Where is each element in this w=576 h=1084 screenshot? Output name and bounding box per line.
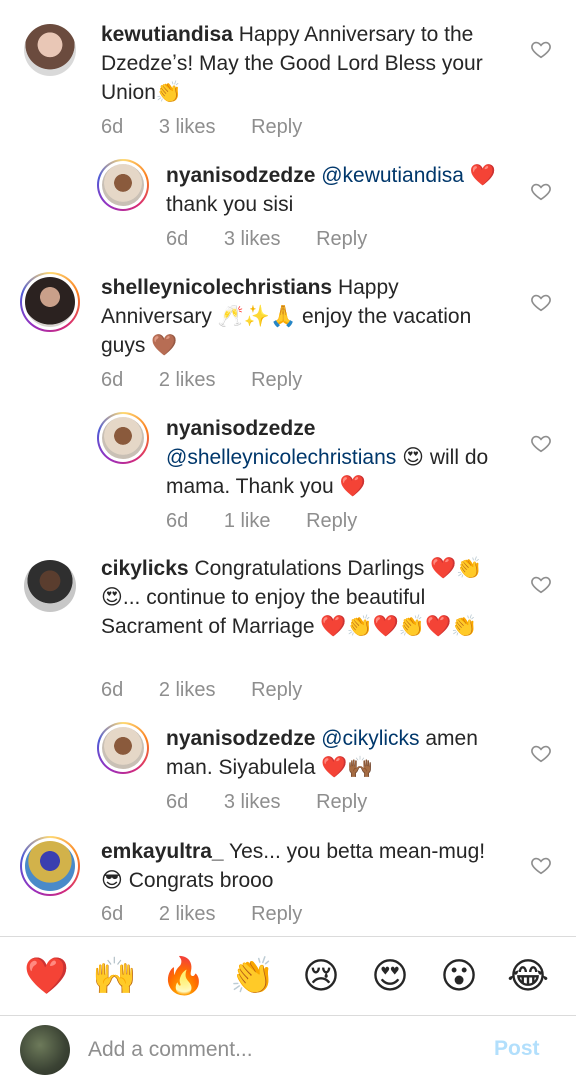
reply-button[interactable]: Reply [251, 679, 302, 701]
mention-link[interactable]: @cikylicks [321, 727, 419, 750]
comment-meta: 6d 1 like Reply [166, 510, 357, 533]
comment-likes[interactable]: 3 likes [224, 791, 281, 813]
comment-text: nyanisodzedze @cikylicks amen man. Siyab… [166, 724, 506, 782]
comment-username[interactable]: nyanisodzedze [166, 164, 315, 187]
clap-emoji-button[interactable]: 👏 [230, 954, 275, 998]
avatar[interactable] [24, 24, 76, 76]
surprised-emoji-button[interactable]: 😮 [437, 954, 481, 998]
like-heart-icon[interactable] [530, 432, 552, 454]
comment-age: 6d [101, 116, 124, 138]
avatar[interactable] [24, 560, 76, 612]
emoji-reaction-bar: ❤️ 🙌 🔥 👏 😢 😍 😮 😂 [0, 936, 576, 1016]
avatar-story-ring [97, 722, 149, 774]
comment-age: 6d [101, 369, 124, 391]
post-button[interactable]: Post [494, 1037, 540, 1061]
comment-meta: 6d 3 likes Reply [166, 791, 367, 814]
avatar[interactable] [102, 417, 144, 459]
mention-link[interactable]: @shelleynicolechristians [166, 446, 396, 469]
like-heart-icon[interactable] [530, 573, 552, 595]
comment-text: nyanisodzedze @kewutiandisa ❤️ thank you… [166, 161, 516, 219]
mention-link[interactable]: @kewutiandisa [321, 164, 464, 187]
comment-text: shelleynicolechristians Happy Anniversar… [101, 273, 511, 360]
comment-composer: Post [0, 1015, 576, 1084]
comment-age: 6d [166, 510, 189, 532]
comment-likes[interactable]: 3 likes [224, 228, 281, 250]
comment-text: emkayultra_ Yes... you betta mean-mug! 😎… [101, 837, 511, 895]
comment-text: kewutiandisa Happy Anniversary to the Dz… [101, 20, 511, 107]
comment-likes[interactable]: 2 likes [159, 903, 216, 925]
comment-username[interactable]: kewutiandisa [101, 23, 233, 46]
reply-button[interactable]: Reply [316, 791, 367, 813]
comment-age: 6d [101, 679, 124, 701]
comment-meta: 6d 2 likes Reply [101, 679, 302, 702]
avatar-story-ring [97, 412, 149, 464]
comment-text: cikylicks Congratulations Darlings ❤️👏😍.… [101, 554, 501, 641]
comment-likes[interactable]: 3 likes [159, 116, 216, 138]
comment-username[interactable]: emkayultra_ [101, 840, 224, 863]
like-heart-icon[interactable] [530, 291, 552, 313]
like-heart-icon[interactable] [530, 180, 552, 202]
comment-likes[interactable]: 2 likes [159, 679, 216, 701]
laughing-emoji-button[interactable]: 😂 [506, 954, 550, 998]
raised-hands-emoji-button[interactable]: 🙌 [92, 954, 137, 998]
avatar[interactable] [20, 1025, 70, 1075]
avatar[interactable] [25, 277, 75, 327]
comment-meta: 6d 3 likes Reply [166, 228, 367, 251]
avatar-story-ring [20, 836, 80, 896]
avatar-story-ring [20, 272, 80, 332]
comment-username[interactable]: nyanisodzedze [166, 417, 315, 440]
reply-button[interactable]: Reply [251, 116, 302, 138]
comment-username[interactable]: nyanisodzedze [166, 727, 315, 750]
fire-emoji-button[interactable]: 🔥 [161, 954, 206, 998]
comment-age: 6d [166, 228, 189, 250]
heart-emoji-button[interactable]: ❤️ [24, 954, 69, 998]
like-heart-icon[interactable] [530, 742, 552, 764]
comment-likes[interactable]: 1 like [224, 510, 271, 532]
reply-button[interactable]: Reply [251, 903, 302, 925]
like-heart-icon[interactable] [530, 38, 552, 60]
comment-input[interactable] [88, 1035, 468, 1065]
comment-age: 6d [166, 791, 189, 813]
comment-meta: 6d 2 likes Reply [101, 903, 302, 926]
avatar-story-ring [97, 159, 149, 211]
avatar[interactable] [102, 164, 144, 206]
avatar[interactable] [25, 841, 75, 891]
like-heart-icon[interactable] [530, 854, 552, 876]
avatar[interactable] [102, 727, 144, 769]
crying-emoji-button[interactable]: 😢 [299, 954, 343, 998]
comment-username[interactable]: shelleynicolechristians [101, 276, 332, 299]
comment-username[interactable]: cikylicks [101, 557, 189, 580]
reply-button[interactable]: Reply [316, 228, 367, 250]
comment-meta: 6d 3 likes Reply [101, 116, 302, 139]
comment-age: 6d [101, 903, 124, 925]
reply-button[interactable]: Reply [251, 369, 302, 391]
heart-eyes-emoji-button[interactable]: 😍 [368, 954, 412, 998]
comment-text: nyanisodzedze @shelleynicolechristians 😍… [166, 414, 506, 501]
comment-likes[interactable]: 2 likes [159, 369, 216, 391]
comment-meta: 6d 2 likes Reply [101, 369, 302, 392]
reply-button[interactable]: Reply [306, 510, 357, 532]
